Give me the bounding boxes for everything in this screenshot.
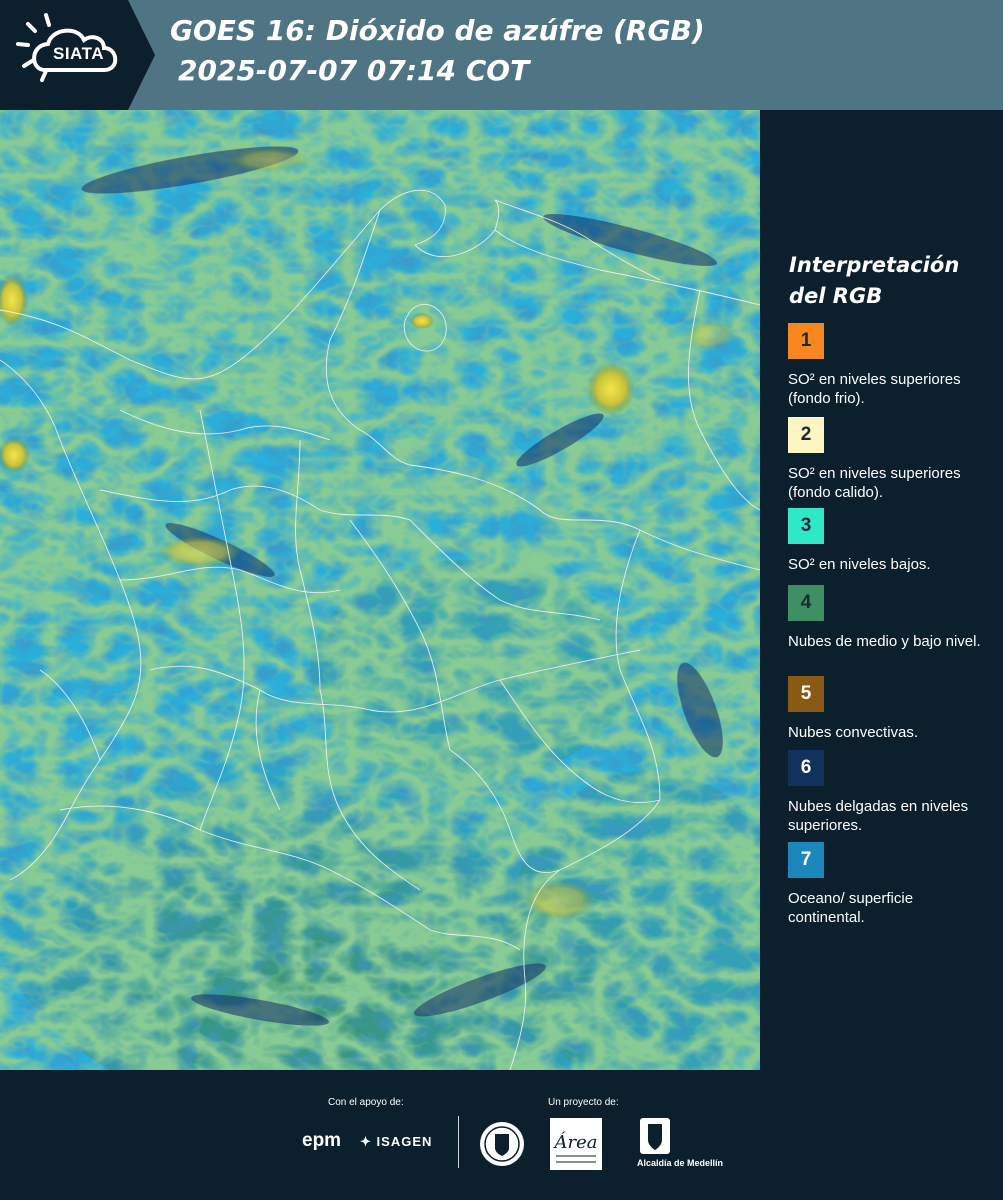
project-caption: Un proyecto de: xyxy=(548,1097,619,1108)
isagen-logo: ✦ ISAGEN xyxy=(360,1134,432,1150)
area-metropolitana-logo-icon: Área xyxy=(550,1118,602,1170)
legend-swatch: 6 xyxy=(788,750,824,786)
legend-label: Nubes convectivas. xyxy=(788,724,919,741)
legend-label: SO² en niveles bajos. xyxy=(788,556,931,573)
alcaldia-text: Alcaldía de Medellín xyxy=(637,1158,724,1168)
alcaldia-shield-icon xyxy=(640,1118,670,1154)
legend-item-6: 6 Nubes delgadas en niveles superiores. xyxy=(788,750,988,835)
legend-swatch: 7 xyxy=(788,842,824,878)
footer-divider xyxy=(458,1116,459,1168)
siata-logo: SIATA xyxy=(0,0,155,110)
legend-swatch: 5 xyxy=(788,676,824,712)
legend-swatch: 2 xyxy=(788,417,824,453)
legend-title: Interpretación del RGB xyxy=(789,253,960,308)
legend-item-7: 7 Oceano/ superficie continental. xyxy=(788,842,988,927)
isagen-text: ISAGEN xyxy=(376,1134,433,1149)
legend-label: SO² en niveles superiores (fondo calido)… xyxy=(788,465,961,501)
legend-swatch: 4 xyxy=(788,585,824,621)
legend-swatch: 3 xyxy=(788,508,824,544)
legend-label: Nubes delgadas en niveles superiores. xyxy=(788,798,969,834)
legend-item-5: 5 Nubes convectivas. xyxy=(788,676,988,742)
legend-item-3: 3 SO² en niveles bajos. xyxy=(788,508,988,574)
header-bar: SIATA GOES 16: Dióxido de azúfre (RGB) 2… xyxy=(0,0,1003,110)
legend-item-1: 1 SO² en niveles superiores (fondo frio)… xyxy=(788,323,988,408)
legend-label: Oceano/ superficie continental. xyxy=(788,890,914,926)
isagen-mark-icon: ✦ xyxy=(360,1134,372,1149)
legend-swatch: 1 xyxy=(788,323,824,359)
epm-logo: epm xyxy=(302,1130,342,1151)
legend-panel: Interpretación del RGB 1 SO² en niveles … xyxy=(760,110,1003,1070)
siata-logo-text: SIATA xyxy=(53,44,104,63)
legend-item-4: 4 Nubes de medio y bajo nivel. xyxy=(788,585,988,651)
support-caption: Con el apoyo de: xyxy=(328,1097,404,1108)
legend-label: SO² en niveles superiores (fondo frio). xyxy=(788,371,961,407)
legend-label: Nubes de medio y bajo nivel. xyxy=(788,633,981,650)
footer: Con el apoyo de: Un proyecto de: epm ✦ I… xyxy=(0,1070,1003,1200)
medellin-seal-icon xyxy=(480,1122,524,1166)
legend-item-2: 2 SO² en niveles superiores (fondo calid… xyxy=(788,417,988,502)
timestamp: 2025-07-07 07:14 COT xyxy=(178,54,530,87)
area-logo-text: Área xyxy=(553,1130,598,1153)
satellite-map xyxy=(0,110,760,1070)
page-title: GOES 16: Dióxido de azúfre (RGB) xyxy=(170,14,705,47)
